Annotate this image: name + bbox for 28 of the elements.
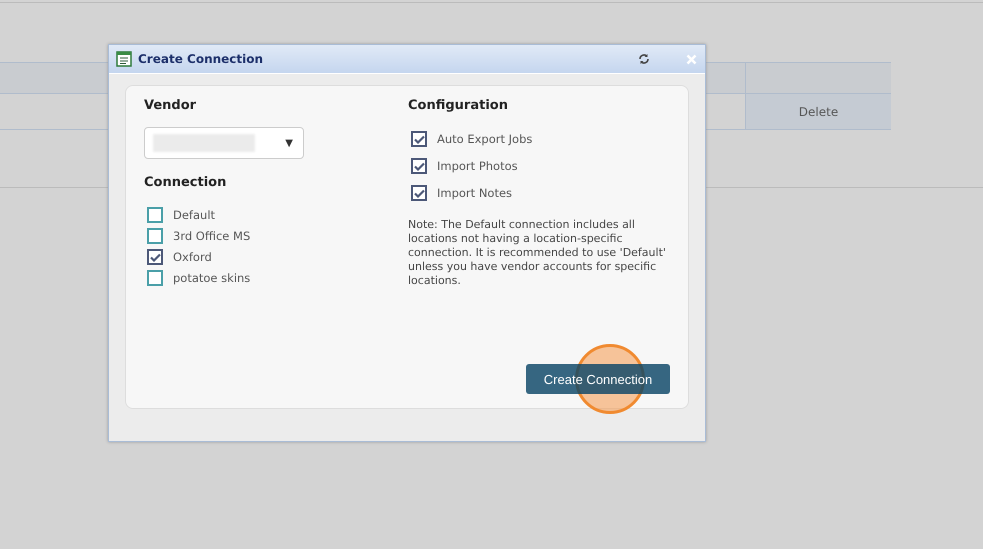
checkbox[interactable]: [411, 131, 427, 147]
checkbox-label: Import Notes: [437, 186, 512, 200]
checkmark-icon: [414, 162, 424, 170]
checkbox[interactable]: [147, 228, 163, 244]
refresh-icon[interactable]: [638, 53, 650, 65]
checkbox[interactable]: [147, 207, 163, 223]
form-icon: [116, 51, 132, 67]
checkbox[interactable]: [147, 270, 163, 286]
checkmark-icon: [414, 134, 424, 144]
checkmark-icon: [414, 188, 424, 198]
checkbox-label: Default: [173, 208, 216, 222]
note-text: Note: The Default connection includes all locations not having a location-specific connection. It is recommended to use 'Default' unless you have vendor accounts for specific locations.: [408, 218, 667, 288]
section-heading: Connection: [144, 175, 228, 190]
window-title: Create Connection: [138, 52, 264, 66]
checkbox-label: 3rd Office MS: [173, 229, 250, 243]
table-cell: Delete: [745, 94, 891, 129]
checkbox-label: Import Photos: [437, 159, 518, 173]
checkmark-icon: [150, 252, 160, 262]
section-heading: Configuration: [408, 98, 509, 113]
checkbox[interactable]: [411, 158, 427, 174]
create-connection-button[interactable]: Create Connection: [526, 364, 670, 394]
vendor-dropdown[interactable]: ▼: [144, 127, 304, 159]
checkbox-label: potatoe skins: [173, 271, 250, 285]
checkbox-label: Oxford: [173, 250, 212, 264]
checkbox[interactable]: [147, 249, 163, 265]
section-heading: Vendor: [144, 98, 198, 113]
checkbox[interactable]: [411, 185, 427, 201]
checkbox-label: Auto Export Jobs: [437, 132, 532, 146]
